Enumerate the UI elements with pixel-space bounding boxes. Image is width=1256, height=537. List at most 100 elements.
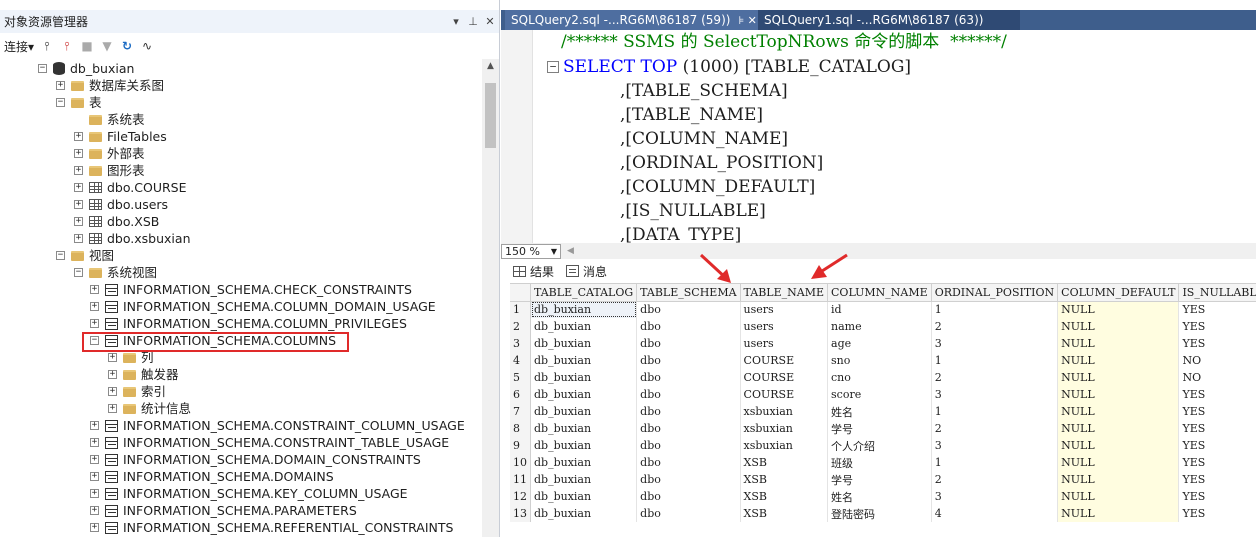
table-cell[interactable]: COURSE (740, 386, 829, 403)
expand-icon[interactable]: + (108, 387, 117, 396)
table-cell[interactable]: YES (1178, 437, 1256, 454)
expand-icon[interactable]: + (74, 217, 83, 226)
table-cell[interactable]: name (827, 318, 932, 335)
table-cell[interactable]: dbo (636, 454, 741, 471)
table-cell[interactable]: 班级 (827, 454, 932, 471)
expand-icon[interactable]: + (74, 166, 83, 175)
table-cell[interactable]: 3 (931, 386, 1059, 403)
table-cell[interactable]: NULL (1057, 352, 1180, 369)
table-cell[interactable]: dbo (636, 403, 741, 420)
table-cell[interactable]: xsbuxian (740, 437, 829, 454)
column-header[interactable]: COLUMN_NAME (827, 284, 932, 302)
tree-node[interactable]: + dbo.XSB (74, 213, 159, 230)
tree-node[interactable]: − db_buxian (38, 60, 134, 77)
zoom-select[interactable]: 150 % ▼ (501, 243, 561, 259)
table-cell[interactable]: db_buxian (530, 488, 638, 505)
expand-icon[interactable]: + (108, 353, 117, 362)
row-number-cell[interactable]: 11 (510, 471, 531, 488)
expand-icon[interactable]: + (56, 81, 65, 90)
tree-node[interactable]: − 视图 (56, 247, 114, 264)
table-cell[interactable]: dbo (636, 318, 741, 335)
column-header[interactable]: TABLE_NAME (740, 284, 829, 302)
row-number-cell[interactable]: 7 (510, 403, 531, 420)
table-cell[interactable]: dbo (636, 301, 741, 318)
table-cell[interactable]: sno (827, 352, 932, 369)
table-cell[interactable]: db_buxian (530, 352, 638, 369)
expand-icon[interactable]: + (90, 489, 99, 498)
tree-node[interactable]: + INFORMATION_SCHEMA.PARAMETERS (90, 502, 357, 519)
table-cell[interactable]: 2 (931, 318, 1059, 335)
connect-button[interactable]: 连接▾ (4, 38, 34, 55)
table-cell[interactable]: XSB (740, 454, 829, 471)
table-cell[interactable]: NO (1178, 352, 1256, 369)
table-cell[interactable]: users (740, 335, 829, 352)
scroll-up-icon[interactable]: ▲ (482, 61, 499, 71)
table-cell[interactable]: NULL (1057, 386, 1180, 403)
results-grid[interactable]: TABLE_CATALOG TABLE_SCHEMA TABLE_NAME COLUM… (510, 283, 1256, 537)
table-cell[interactable]: XSB (740, 488, 829, 505)
table-cell[interactable]: YES (1178, 471, 1256, 488)
table-cell[interactable]: db_buxian (530, 471, 638, 488)
tree-node[interactable]: + INFORMATION_SCHEMA.DOMAIN_CONSTRAINTS (90, 451, 421, 468)
tree-node[interactable]: + FileTables (74, 128, 167, 145)
table-cell[interactable]: xsbuxian (740, 403, 829, 420)
table-cell[interactable]: dbo (636, 352, 741, 369)
disconnect-icon[interactable]: ⫯ (60, 38, 74, 54)
table-cell[interactable]: 1 (931, 454, 1059, 471)
table-cell[interactable]: dbo (636, 471, 741, 488)
expand-icon[interactable]: + (90, 472, 99, 481)
expand-icon[interactable]: + (90, 455, 99, 464)
expand-icon[interactable]: + (90, 302, 99, 311)
table-cell[interactable]: NULL (1057, 454, 1180, 471)
tree-node[interactable]: + INFORMATION_SCHEMA.CONSTRAINT_TABLE_USA… (90, 434, 449, 451)
table-cell[interactable]: db_buxian (530, 454, 638, 471)
expand-icon[interactable]: + (90, 506, 99, 515)
table-cell[interactable]: XSB (740, 471, 829, 488)
tree-node[interactable]: + 索引 (108, 383, 166, 400)
table-cell[interactable]: users (740, 301, 829, 318)
table-cell[interactable]: dbo (636, 420, 741, 437)
expand-icon[interactable]: + (90, 523, 99, 532)
pin-close-icon[interactable]: ⊧ ✕ (738, 14, 756, 27)
table-cell[interactable]: YES (1178, 301, 1256, 318)
table-cell[interactable]: db_buxian (530, 335, 638, 352)
collapse-icon[interactable]: − (56, 251, 65, 260)
collapse-icon[interactable]: − (56, 98, 65, 107)
tree-node[interactable]: + INFORMATION_SCHEMA.KEY_COLUMN_USAGE (90, 485, 408, 502)
column-header[interactable]: IS_NULLABLE (1178, 284, 1256, 302)
tab-sqlquery1[interactable]: SQLQuery1.sql -...RG6M\86187 (63)) (758, 10, 1020, 30)
tree-node[interactable]: − 系统视图 (74, 264, 157, 281)
tree-node[interactable]: + 触发器 (108, 366, 179, 383)
table-cell[interactable]: YES (1178, 386, 1256, 403)
table-cell[interactable]: NULL (1057, 488, 1180, 505)
tab-results[interactable]: 结果 (513, 263, 554, 280)
table-cell[interactable]: users (740, 318, 829, 335)
row-number-cell[interactable]: 6 (510, 386, 531, 403)
table-cell[interactable]: 2 (931, 420, 1059, 437)
expand-icon[interactable]: + (74, 149, 83, 158)
collapse-icon[interactable]: − (74, 268, 83, 277)
collapse-icon[interactable]: − (38, 64, 47, 73)
table-cell[interactable]: 3 (931, 437, 1059, 454)
table-cell[interactable]: NULL (1057, 403, 1180, 420)
table-cell[interactable]: xsbuxian (740, 420, 829, 437)
table-cell[interactable]: YES (1178, 335, 1256, 352)
tree-node[interactable]: + dbo.COURSE (74, 179, 187, 196)
row-number-cell[interactable]: 10 (510, 454, 531, 471)
row-number-cell[interactable]: 1 (510, 301, 531, 318)
table-cell[interactable]: 3 (931, 488, 1059, 505)
tree-node[interactable]: + INFORMATION_SCHEMA.CHECK_CONSTRAINTS (90, 281, 412, 298)
expand-icon[interactable]: + (90, 319, 99, 328)
grid-corner[interactable] (510, 284, 531, 302)
table-cell[interactable]: db_buxian (530, 420, 638, 437)
window-position-dropdown-icon[interactable]: ▾ (449, 15, 463, 28)
expand-icon[interactable]: + (90, 285, 99, 294)
table-cell[interactable]: 1 (931, 403, 1059, 420)
table-cell[interactable]: 3 (931, 335, 1059, 352)
table-cell[interactable]: NULL (1057, 420, 1180, 437)
column-header[interactable]: COLUMN_DEFAULT (1057, 284, 1180, 302)
table-cell[interactable]: cno (827, 369, 932, 386)
tree-node[interactable]: + INFORMATION_SCHEMA.CONSTRAINT_COLUMN_US… (90, 417, 465, 434)
collapse-icon[interactable]: − (547, 61, 559, 73)
table-cell[interactable]: dbo (636, 505, 741, 522)
